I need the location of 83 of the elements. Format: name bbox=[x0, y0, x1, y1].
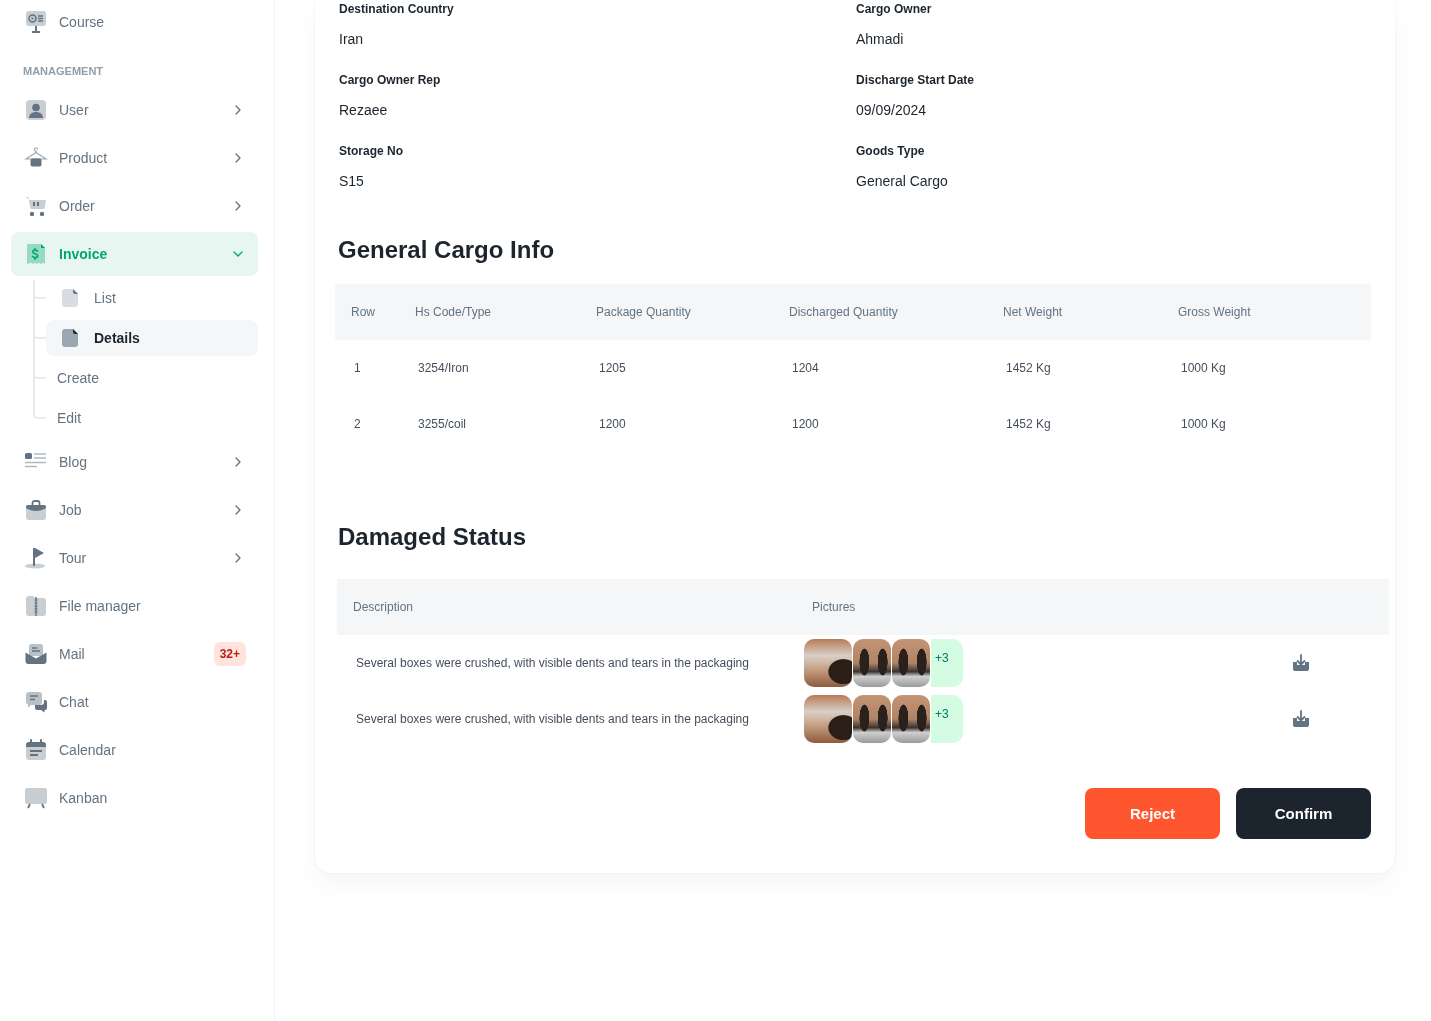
section-heading: Damaged Status bbox=[337, 522, 527, 552]
board-icon bbox=[24, 786, 48, 810]
table-cell: 1200 bbox=[599, 417, 626, 431]
table-cell: 1200 bbox=[792, 417, 819, 431]
field-value: General Cargo bbox=[856, 172, 948, 191]
download-icon bbox=[1292, 710, 1310, 728]
sidebar-item[interactable]: Calendar bbox=[11, 728, 258, 772]
field-label: Destination Country bbox=[339, 1, 454, 18]
field-label: Cargo Owner bbox=[856, 1, 932, 18]
hanger-icon bbox=[24, 146, 48, 170]
sidebar-item[interactable]: Chat bbox=[11, 680, 258, 724]
section-heading: General Cargo Info bbox=[337, 235, 555, 265]
confirm-button[interactable]: Confirm bbox=[1236, 788, 1371, 839]
download-button[interactable] bbox=[1292, 654, 1310, 672]
column-header: Row bbox=[351, 305, 375, 319]
table-cell: 1000 Kg bbox=[1181, 361, 1226, 375]
sidebar-item[interactable]: File manager bbox=[11, 584, 258, 628]
photo-placeholder bbox=[804, 695, 852, 743]
file-icon bbox=[60, 288, 80, 308]
table-cell: 1204 bbox=[792, 361, 819, 375]
field-label: Storage No bbox=[339, 143, 403, 160]
sidebar-subitem[interactable]: Edit bbox=[46, 400, 258, 436]
field-value: S15 bbox=[339, 172, 364, 191]
file-icon bbox=[60, 328, 80, 348]
flag-icon bbox=[24, 546, 48, 570]
table-cell: 1205 bbox=[599, 361, 626, 375]
photo-placeholder bbox=[853, 639, 891, 687]
field-label: Cargo Owner Rep bbox=[339, 72, 441, 89]
field-value: 09/09/2024 bbox=[856, 101, 927, 120]
calendar-icon bbox=[24, 738, 48, 762]
briefcase-icon bbox=[24, 498, 48, 522]
sidebar-item[interactable]: Product bbox=[11, 136, 258, 180]
photo-placeholder bbox=[892, 695, 930, 743]
table-cell: 1452 Kg bbox=[1006, 417, 1051, 431]
field-value: Iran bbox=[339, 30, 364, 49]
sidebar-item[interactable]: Tour bbox=[11, 536, 258, 580]
table-cell: 3254/Iron bbox=[418, 361, 469, 375]
reject-button[interactable]: Reject bbox=[1085, 788, 1220, 839]
sidebar-item[interactable]: Invoice bbox=[11, 232, 258, 276]
column-header: Pictures bbox=[812, 600, 856, 614]
chat-icon bbox=[24, 690, 48, 714]
photo-placeholder bbox=[892, 639, 930, 687]
column-header: Discharged Quantity bbox=[789, 305, 898, 319]
column-header: Description bbox=[353, 600, 414, 614]
folder-icon bbox=[24, 594, 48, 618]
table-cell: 3255/coil bbox=[418, 417, 467, 431]
notification-badge: 32+ bbox=[213, 642, 246, 666]
photo-placeholder bbox=[804, 639, 852, 687]
section-title: MANAGEMENT bbox=[22, 64, 105, 79]
cart-icon bbox=[24, 194, 48, 218]
table-cell: Several boxes were crushed, with visible dents and tears in the packaging bbox=[356, 656, 749, 670]
table-cell: Several boxes were crushed, with visible dents and tears in the packaging bbox=[356, 712, 749, 726]
table-cell: 1000 Kg bbox=[1181, 417, 1226, 431]
user-icon bbox=[24, 98, 48, 122]
download-button[interactable] bbox=[1292, 710, 1310, 728]
more-photos-count: +3 bbox=[931, 695, 963, 743]
table-cell: 1452 Kg bbox=[1006, 361, 1051, 375]
table-cell: 1 bbox=[354, 361, 361, 375]
more-photos-count: +3 bbox=[931, 639, 963, 687]
column-header: Net Weight bbox=[1003, 305, 1063, 319]
sidebar-subitem[interactable]: Create bbox=[46, 360, 258, 396]
column-header: Gross Weight bbox=[1178, 305, 1251, 319]
sidebar-item[interactable]: Blog bbox=[11, 440, 258, 484]
sidebar-subitem[interactable]: List bbox=[46, 280, 258, 316]
column-header: Hs Code/Type bbox=[415, 305, 492, 319]
sidebar-item[interactable]: Kanban bbox=[11, 776, 258, 820]
table-cell: 2 bbox=[354, 417, 361, 431]
sidebar-item[interactable]: Job bbox=[11, 488, 258, 532]
field-value: Ahmadi bbox=[856, 30, 904, 49]
sidebar-item[interactable]: Order bbox=[11, 184, 258, 228]
receipt-icon bbox=[24, 242, 48, 266]
sidebar-item[interactable]: User bbox=[11, 88, 258, 132]
column-header: Package Quantity bbox=[596, 305, 691, 319]
sidebar-subitem[interactable]: Details bbox=[46, 320, 258, 356]
download-icon bbox=[1292, 654, 1310, 672]
sidebar-item[interactable]: Mail 32+ bbox=[11, 632, 258, 676]
field-value: Rezaee bbox=[339, 101, 388, 120]
field-label: Discharge Start Date bbox=[856, 72, 975, 89]
field-label: Goods Type bbox=[856, 143, 925, 160]
sidebar-item[interactable]: Course bbox=[11, 0, 258, 44]
photo-placeholder bbox=[853, 695, 891, 743]
mail-icon bbox=[24, 642, 48, 666]
monitor-icon bbox=[24, 10, 48, 34]
